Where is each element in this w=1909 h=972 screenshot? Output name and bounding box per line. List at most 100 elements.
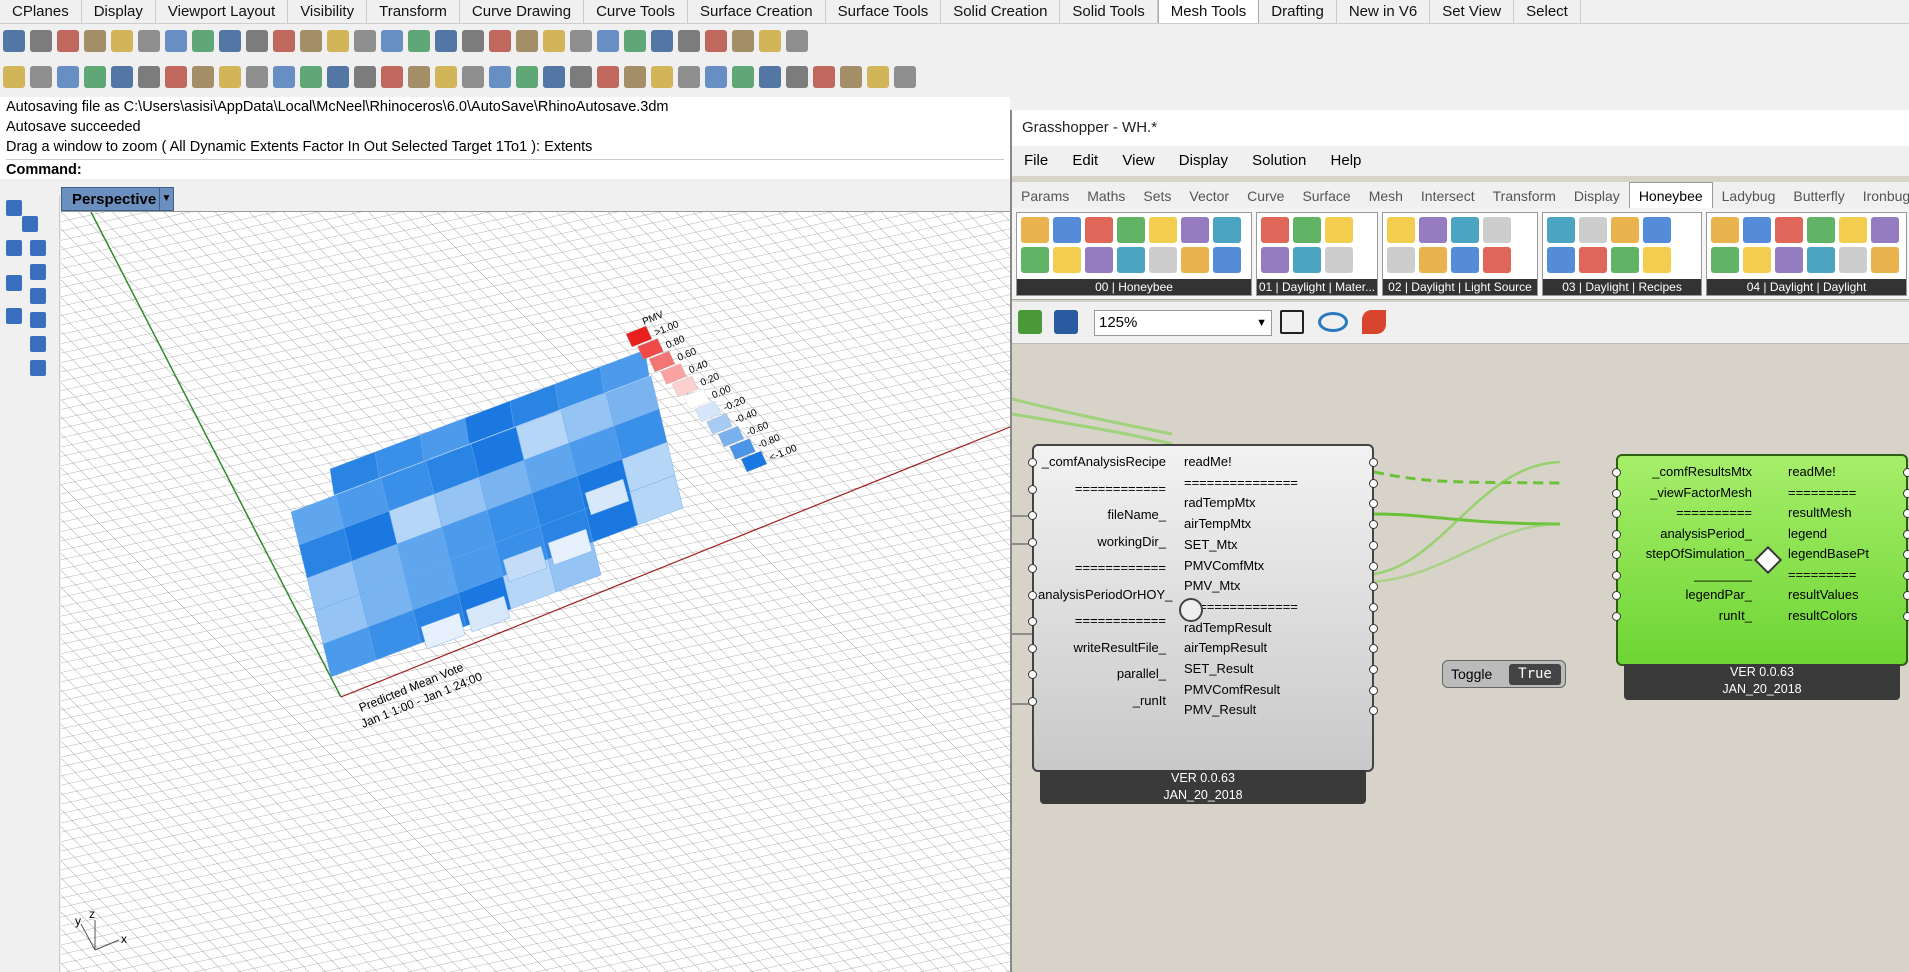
mesh-tool-icon[interactable] <box>678 30 700 52</box>
component-icon[interactable] <box>1213 247 1241 273</box>
zoom-level-select[interactable]: 125% ▼ <box>1094 310 1272 336</box>
rhino-tab-drafting[interactable]: Drafting <box>1259 0 1337 23</box>
sidebar-tool-icon[interactable] <box>22 216 38 232</box>
mesh-tool-icon[interactable] <box>192 30 214 52</box>
standard-tool-icon[interactable] <box>300 66 322 88</box>
gh-tab-ladybug[interactable]: Ladybug <box>1713 183 1785 208</box>
standard-tool-icon[interactable] <box>894 66 916 88</box>
input-port-label[interactable]: analysisPeriod_ <box>1622 526 1752 541</box>
standard-tool-icon[interactable] <box>138 66 160 88</box>
input-port-label[interactable]: _comfResultsMtx <box>1622 464 1752 479</box>
grasshopper-canvas[interactable]: _comfAnalysisRecipe ============ fileName_… <box>1012 344 1909 972</box>
input-port-label[interactable]: ========== <box>1622 505 1752 520</box>
mesh-tool-icon[interactable] <box>759 30 781 52</box>
input-grip[interactable] <box>1612 509 1621 518</box>
save-file-icon[interactable] <box>1054 310 1078 334</box>
output-grip[interactable] <box>1369 665 1378 674</box>
output-port-label[interactable]: airTempResult <box>1184 640 1267 655</box>
component-icon[interactable] <box>1643 217 1671 243</box>
component-icon[interactable] <box>1711 247 1739 273</box>
sidebar-tool-icon[interactable] <box>6 275 22 291</box>
component-icon[interactable] <box>1643 247 1671 273</box>
mesh-tool-icon[interactable] <box>732 30 754 52</box>
component-icon[interactable] <box>1181 217 1209 243</box>
standard-tool-icon[interactable] <box>516 66 538 88</box>
output-grip[interactable] <box>1903 611 1909 621</box>
input-grip[interactable] <box>1612 488 1621 498</box>
output-grip[interactable] <box>1369 685 1378 695</box>
mesh-tool-icon[interactable] <box>705 30 727 52</box>
component-icon[interactable] <box>1611 217 1639 243</box>
mesh-tool-icon[interactable] <box>111 30 133 52</box>
input-grip[interactable] <box>1612 611 1621 621</box>
output-grip[interactable] <box>1903 529 1909 539</box>
output-grip[interactable] <box>1369 540 1378 550</box>
input-port-label[interactable]: writeResultFile_ <box>1038 640 1166 655</box>
boolean-toggle[interactable]: Toggle True <box>1442 660 1566 688</box>
component-icon[interactable] <box>1483 217 1511 243</box>
component-icon[interactable] <box>1611 247 1639 273</box>
standard-tool-icon[interactable] <box>57 66 79 88</box>
standard-tool-icon[interactable] <box>840 66 862 88</box>
component-icon[interactable] <box>1325 217 1353 243</box>
output-grip[interactable] <box>1903 509 1909 518</box>
rhino-tab-cplanes[interactable]: CPlanes <box>0 0 82 23</box>
mesh-tool-icon[interactable] <box>489 30 511 52</box>
rhino-tab-mesh-tools[interactable]: Mesh Tools <box>1157 0 1260 23</box>
component-icon[interactable] <box>1053 247 1081 273</box>
output-port-label[interactable]: =============== <box>1184 475 1298 490</box>
input-port-label[interactable]: analysisPeriodOrHOY_ <box>1038 587 1172 602</box>
output-port-label[interactable]: radTempMtx <box>1184 495 1256 510</box>
component-icon[interactable] <box>1547 247 1575 273</box>
component-icon[interactable] <box>1387 247 1415 273</box>
rhino-tab-viewport-layout[interactable]: Viewport Layout <box>156 0 289 23</box>
gh-tab-maths[interactable]: Maths <box>1078 183 1134 208</box>
sidebar-tool-icon[interactable] <box>30 288 46 304</box>
standard-tool-icon[interactable] <box>597 66 619 88</box>
standard-tool-icon[interactable] <box>732 66 754 88</box>
standard-tool-icon[interactable] <box>273 66 295 88</box>
sidebar-tool-icon[interactable] <box>30 264 46 280</box>
mesh-tool-icon[interactable] <box>543 30 565 52</box>
output-grip[interactable] <box>1369 561 1378 571</box>
rhino-tab-curve-tools[interactable]: Curve Tools <box>584 0 689 23</box>
input-grip[interactable] <box>1612 570 1621 580</box>
component-icon[interactable] <box>1579 217 1607 243</box>
component-icon[interactable] <box>1775 247 1803 273</box>
component-icon[interactable] <box>1839 247 1867 273</box>
mesh-tool-icon[interactable] <box>165 30 187 52</box>
output-grip[interactable] <box>1369 623 1378 633</box>
component-icon[interactable] <box>1871 247 1899 273</box>
rhino-tab-transform[interactable]: Transform <box>367 0 460 23</box>
component-icon[interactable] <box>1547 217 1575 243</box>
input-port-label[interactable]: ============ <box>1038 560 1166 575</box>
standard-tool-icon[interactable] <box>624 66 646 88</box>
mesh-tool-icon[interactable] <box>57 30 79 52</box>
mesh-tool-icon[interactable] <box>408 30 430 52</box>
mesh-tool-icon[interactable] <box>138 30 160 52</box>
output-grip[interactable] <box>1369 458 1378 467</box>
standard-tool-icon[interactable] <box>219 66 241 88</box>
output-port-label[interactable]: resultMesh <box>1788 505 1852 520</box>
component-icon[interactable] <box>1117 217 1145 243</box>
output-grip[interactable] <box>1903 570 1909 580</box>
standard-tool-icon[interactable] <box>786 66 808 88</box>
output-port-label[interactable]: legend <box>1788 526 1827 541</box>
input-port-label[interactable]: workingDir_ <box>1038 534 1166 549</box>
component-icon[interactable] <box>1743 217 1771 243</box>
component-icon[interactable] <box>1213 217 1241 243</box>
rhino-tab-display[interactable]: Display <box>82 0 156 23</box>
standard-tool-icon[interactable] <box>165 66 187 88</box>
component-icon[interactable] <box>1743 247 1771 273</box>
standard-tool-icon[interactable] <box>246 66 268 88</box>
component-icon[interactable] <box>1261 247 1289 273</box>
component-icon[interactable] <box>1293 217 1321 243</box>
sidebar-tool-icon[interactable] <box>6 240 22 256</box>
sketch-brush-icon[interactable] <box>1362 310 1386 334</box>
rhino-tab-new-in-v6[interactable]: New in V6 <box>1337 0 1431 23</box>
output-grip[interactable] <box>1903 591 1909 600</box>
gh-tab-ironbug[interactable]: Ironbug <box>1854 183 1909 208</box>
preview-eye-icon[interactable] <box>1318 312 1348 332</box>
output-port-label[interactable]: resultColors <box>1788 608 1857 623</box>
output-port-label[interactable]: ========= <box>1788 567 1856 582</box>
